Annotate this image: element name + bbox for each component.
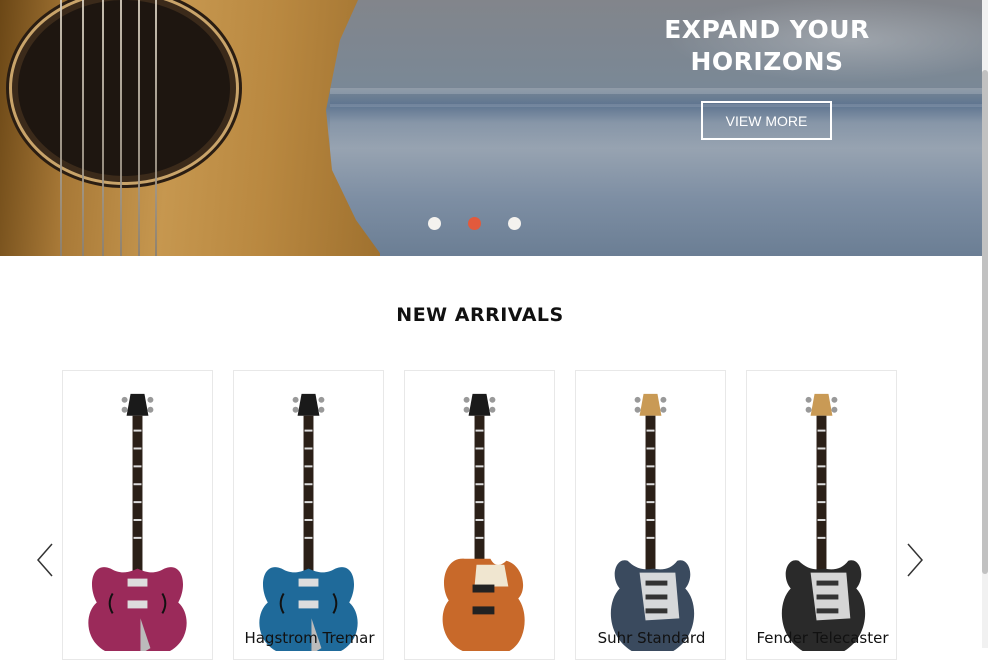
hero-title: EXPAND YOUR HORIZONS: [600, 14, 934, 78]
guitar-image: [610, 393, 695, 651]
hero-title-line1: EXPAND YOUR: [664, 15, 870, 44]
hero-guitar-image: [0, 0, 380, 256]
hero-slider: EXPAND YOUR HORIZONS VIEW MORE: [0, 0, 982, 256]
product-card[interactable]: Hagstrom Tremar: [233, 370, 384, 660]
guitar-image: [259, 393, 358, 651]
guitar-string: [60, 0, 62, 256]
guitar-image: [781, 393, 866, 651]
guitar-soundhole: [12, 0, 236, 182]
hero-wave: [330, 88, 982, 94]
product-card[interactable]: [404, 370, 555, 660]
slider-pagination: [426, 217, 526, 231]
carousel-next-button[interactable]: [900, 540, 930, 580]
slider-dot-1[interactable]: [428, 217, 441, 230]
hero-title-line2: HORIZONS: [690, 47, 844, 76]
product-card[interactable]: Suhr Standard: [575, 370, 726, 660]
section-title: NEW ARRIVALS: [396, 304, 564, 326]
hero-wave: [330, 104, 982, 107]
guitar-string: [102, 0, 104, 256]
guitar-image: [442, 393, 525, 651]
page-scrollbar[interactable]: [982, 0, 988, 648]
product-card[interactable]: Fender Telecaster: [746, 370, 897, 660]
view-more-button[interactable]: VIEW MORE: [701, 101, 832, 140]
guitar-string: [120, 0, 122, 256]
product-name[interactable]: Fender Telecaster: [747, 629, 896, 647]
guitar-string: [155, 0, 157, 256]
scrollbar-thumb[interactable]: [982, 70, 988, 574]
guitar-image: [88, 393, 187, 651]
product-name[interactable]: Hagstrom Tremar: [234, 629, 383, 647]
guitar-string: [82, 0, 84, 256]
product-name[interactable]: Suhr Standard: [576, 629, 725, 647]
slider-dot-3[interactable]: [508, 217, 521, 230]
guitar-string: [138, 0, 140, 256]
chevron-right-icon: [900, 540, 930, 580]
chevron-left-icon: [30, 540, 60, 580]
carousel-prev-button[interactable]: [30, 540, 60, 580]
product-card[interactable]: [62, 370, 213, 660]
slider-dot-2[interactable]: [468, 217, 481, 230]
